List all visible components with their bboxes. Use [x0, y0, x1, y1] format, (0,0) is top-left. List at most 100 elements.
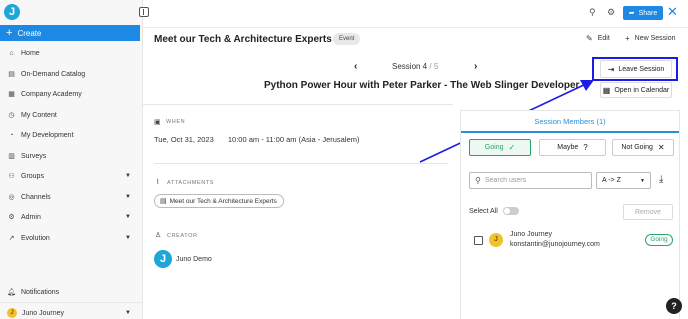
attachments-label: ATTACHMENTS	[167, 180, 215, 186]
chevron-down-icon[interactable]: ▼	[125, 214, 131, 220]
creator-label: CREATOR	[167, 233, 198, 239]
session-indicator: Session 4 / 5	[392, 62, 438, 71]
filter-going-label: Going	[484, 144, 504, 151]
filter-not-going-button[interactable]: Not Going ✕	[612, 139, 674, 156]
sidebar-item-my-content[interactable]: ◷ My Content	[0, 107, 140, 123]
list-item: J Juno Journey konstantin@junojourney.co…	[469, 230, 674, 252]
sidebar-item-channels[interactable]: ◎ Channels ▼	[0, 189, 140, 205]
open-in-calendar-button[interactable]: ▦ Open in Calendar	[600, 82, 672, 98]
avatar: J	[7, 308, 17, 318]
plus-icon: +	[6, 26, 13, 39]
sidebar-item-admin[interactable]: ⚙ Admin ▼	[0, 209, 140, 225]
chevron-down-icon[interactable]: ▼	[125, 173, 131, 179]
sidebar-item-surveys[interactable]: ▥ Surveys	[0, 148, 140, 164]
plus-icon: +	[625, 34, 630, 43]
chevron-down-icon: ▼	[125, 310, 131, 316]
avatar: J	[154, 250, 172, 268]
sidebar-item-notifications[interactable]: 🔔︎ Notifications	[0, 284, 140, 300]
sidebar-item-label: Company Academy	[21, 90, 82, 98]
sidebar-item-label: My Content	[21, 111, 57, 119]
question-icon: ?	[583, 143, 588, 152]
share-label: Share	[638, 9, 658, 17]
notifications-label: Notifications	[21, 288, 60, 296]
catalog-icon: ▤	[8, 70, 15, 78]
sidebar: J + Create ⌂ Home ▤ On-Demand Catalog ▦ Compa…	[0, 0, 143, 319]
filter-not-going-label: Not Going	[621, 144, 653, 151]
home-icon: ⌂	[9, 49, 14, 57]
sidebar-toggle-icon[interactable]	[139, 7, 149, 17]
person-icon: ♙	[155, 232, 162, 239]
share-button[interactable]: ➦ Share	[623, 6, 663, 20]
close-icon[interactable]: ✕	[667, 5, 678, 19]
search-input[interactable]	[484, 177, 585, 184]
sidebar-item-company-academy[interactable]: ▦ Company Academy	[0, 86, 140, 102]
filter-maybe-label: Maybe	[557, 144, 579, 151]
close-icon: ✕	[657, 143, 665, 152]
gear-icon[interactable]: ⚙	[607, 7, 615, 17]
member-checkbox[interactable]	[474, 236, 483, 245]
create-button[interactable]: + Create	[0, 25, 140, 41]
calendar-label: Open in Calendar	[614, 86, 670, 94]
user-name: Juno Journey	[22, 309, 65, 317]
session-title: Python Power Hour with Peter Parker - Th…	[264, 80, 580, 91]
divider	[154, 163, 448, 164]
page-title: Meet our Tech & Architecture Experts	[154, 34, 332, 45]
session-date: Tue, Oct 31, 2023	[154, 135, 214, 144]
logo-icon: J	[4, 4, 20, 20]
sidebar-item-label: Channels	[21, 193, 51, 201]
new-session-label: New Session	[634, 35, 676, 42]
help-icon[interactable]: ?	[666, 298, 682, 314]
paperclip-icon: ⌇	[156, 179, 160, 186]
tab-session-members[interactable]: Session Members (1)	[461, 111, 679, 133]
filter-going-button[interactable]: Going ✓	[469, 139, 531, 156]
chevron-down-icon[interactable]: ▼	[125, 235, 131, 241]
groups-icon: ⚇	[8, 172, 15, 180]
event-badge: Event	[333, 33, 361, 45]
chevron-down-icon[interactable]: ▼	[125, 194, 131, 200]
development-icon: ◔	[9, 131, 14, 139]
surveys-icon: ▥	[8, 152, 15, 160]
sidebar-item-label: Surveys	[21, 152, 47, 160]
attachment-chip[interactable]: ▤ Meet our Tech & Architecture Experts	[154, 194, 284, 208]
sidebar-user-menu[interactable]: J Juno Journey ▼	[0, 305, 140, 319]
file-icon: ▤	[160, 198, 167, 205]
share-icon: ➦	[628, 10, 635, 17]
sort-select[interactable]: A -> Z ▼	[596, 172, 651, 189]
avatar: J	[489, 233, 503, 247]
link-icon[interactable]: ⚲	[589, 7, 596, 17]
remove-button[interactable]: Remove	[623, 204, 673, 220]
academy-icon: ▦	[8, 90, 15, 98]
select-all-toggle[interactable]	[502, 207, 519, 215]
sidebar-item-evolution[interactable]: ↗ Evolution ▼	[0, 230, 140, 246]
admin-icon: ⚙	[8, 213, 15, 221]
creator: J Juno Demo	[154, 250, 212, 268]
filter-maybe-button[interactable]: Maybe ?	[539, 139, 606, 156]
check-icon: ✓	[508, 143, 516, 152]
sidebar-item-label: Evolution	[21, 234, 50, 242]
search-box: ⚲	[469, 172, 592, 189]
select-all: Select All	[469, 207, 519, 215]
channels-icon: ◎	[8, 193, 15, 201]
content-icon: ◷	[8, 111, 15, 119]
sidebar-item-groups[interactable]: ⚇ Groups ▼	[0, 168, 140, 184]
download-icon[interactable]: ⤓	[659, 174, 663, 186]
sidebar-item-label: Home	[21, 49, 40, 57]
search-icon: ⚲	[475, 176, 481, 185]
sidebar-item-my-development[interactable]: ◔ My Development	[0, 127, 140, 143]
sidebar-item-home[interactable]: ⌂ Home	[0, 45, 140, 61]
chevron-right-icon[interactable]: ›	[474, 61, 477, 72]
attachment-name: Meet our Tech & Architecture Experts	[169, 197, 277, 205]
evolution-icon: ↗	[8, 234, 15, 242]
sidebar-item-label: Admin	[21, 213, 41, 221]
session-when: Tue, Oct 31, 2023 10:00 am - 11:00 am (A…	[154, 135, 359, 144]
pencil-icon: ✎	[586, 34, 593, 43]
status-badge: Going	[645, 234, 673, 246]
create-label: Create	[17, 28, 42, 38]
session-number: Session 4	[392, 62, 428, 71]
chevron-left-icon[interactable]: ‹	[354, 61, 357, 72]
session-time: 10:00 am - 11:00 am (Asia - Jerusalem)	[227, 135, 360, 144]
new-session-button[interactable]: + New Session	[625, 34, 676, 43]
edit-button[interactable]: ✎ Edit	[586, 34, 610, 43]
sort-value: A -> Z	[602, 177, 621, 184]
sidebar-item-on-demand-catalog[interactable]: ▤ On-Demand Catalog	[0, 66, 140, 82]
